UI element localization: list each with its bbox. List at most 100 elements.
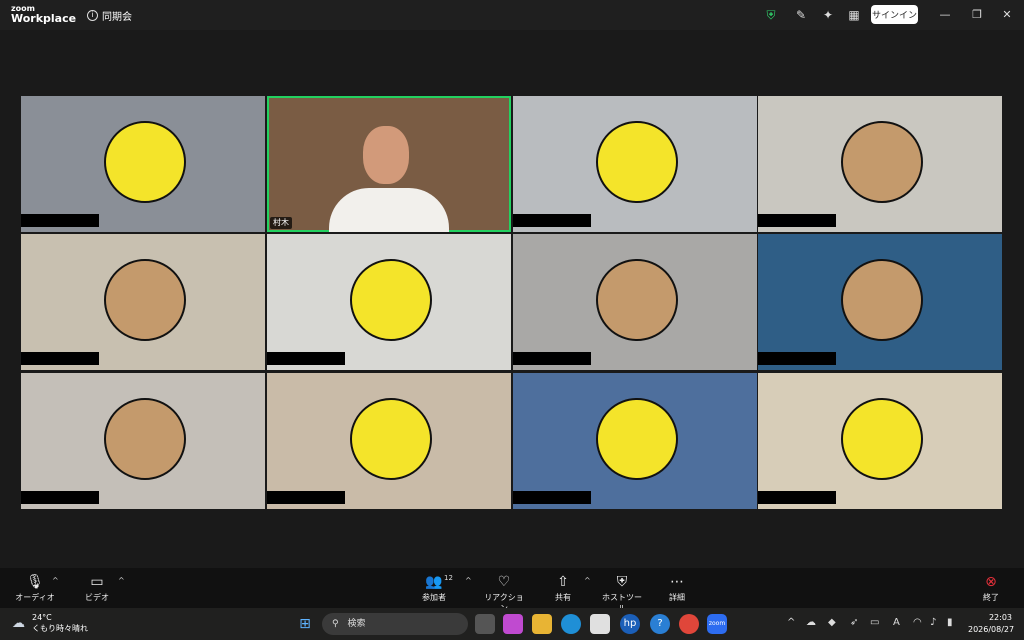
windows-start-icon[interactable]: ⊞ bbox=[295, 614, 315, 634]
participant-1[interactable] bbox=[21, 96, 265, 232]
participant-9[interactable] bbox=[21, 373, 265, 509]
meeting-toolbar: 🎙 オーディオ ^ ▭ ビデオ ^ 👥 参加者 12 ^ ♡ リアクション ⇧ … bbox=[0, 568, 1024, 613]
more-button[interactable]: ⋯ 詳細 bbox=[664, 574, 690, 603]
participant-10[interactable] bbox=[267, 373, 511, 509]
name-redaction bbox=[758, 491, 836, 504]
participant-7[interactable] bbox=[513, 234, 757, 370]
minimize-icon[interactable]: — bbox=[936, 6, 954, 24]
microphone-icon: 🎙 bbox=[26, 574, 44, 590]
participants-label: 参加者 bbox=[422, 593, 446, 602]
location-icon[interactable]: ➶ bbox=[850, 617, 858, 628]
chrome-icon[interactable] bbox=[679, 614, 699, 634]
weather-widget[interactable]: 24°C くもり時々晴れ bbox=[32, 612, 88, 634]
end-label: 終了 bbox=[983, 593, 999, 602]
share-caret-icon[interactable]: ^ bbox=[584, 576, 591, 585]
participant-name-label: 村木 bbox=[270, 217, 292, 229]
onedrive-icon[interactable]: ☁ bbox=[806, 617, 816, 628]
name-redaction bbox=[21, 491, 99, 504]
name-redaction bbox=[21, 214, 99, 227]
name-redaction bbox=[513, 491, 591, 504]
name-redaction bbox=[758, 352, 836, 365]
sparkle-icon[interactable]: ✦ bbox=[821, 8, 835, 22]
end-call-icon: ⊗ bbox=[985, 574, 997, 590]
brand-bottom: Workplace bbox=[11, 12, 77, 25]
clock[interactable]: 22:03 2026/08/27 bbox=[968, 612, 1015, 636]
help-icon[interactable]: ? bbox=[650, 614, 670, 634]
ime-indicator[interactable]: A bbox=[893, 617, 900, 628]
name-redaction bbox=[758, 214, 836, 227]
copilot-icon[interactable] bbox=[503, 614, 523, 634]
zoom-app-icon[interactable]: zoom bbox=[707, 614, 727, 634]
participant-4[interactable] bbox=[758, 96, 1002, 232]
video-button[interactable]: ▭ ビデオ bbox=[80, 574, 114, 603]
tray-overflow-icon[interactable]: ^ bbox=[787, 617, 795, 628]
smiley-face-icon bbox=[596, 398, 678, 480]
meeting-info[interactable]: i 同期会 bbox=[87, 8, 132, 23]
wifi-icon[interactable]: ◠ bbox=[913, 617, 922, 628]
date: 2026/08/27 bbox=[968, 625, 1015, 634]
participant-6[interactable] bbox=[267, 234, 511, 370]
video-gallery: 村木 bbox=[0, 30, 1024, 568]
video-caret-icon[interactable]: ^ bbox=[118, 576, 125, 585]
name-redaction bbox=[267, 491, 345, 504]
task-view-icon[interactable] bbox=[475, 614, 495, 634]
time: 22:03 bbox=[988, 613, 1012, 622]
end-button[interactable]: ⊗ 終了 bbox=[978, 574, 1004, 603]
dropbox-icon[interactable]: ◆ bbox=[828, 617, 836, 628]
laughing-face-icon bbox=[596, 259, 678, 341]
participants-count: 12 bbox=[444, 574, 453, 582]
participants-caret-icon[interactable]: ^ bbox=[465, 576, 472, 585]
name-redaction bbox=[267, 352, 345, 365]
participant-11[interactable] bbox=[513, 373, 757, 509]
hp-icon[interactable]: hp bbox=[620, 614, 640, 634]
participant-12[interactable] bbox=[758, 373, 1002, 509]
signin-button[interactable]: サインイン bbox=[871, 5, 918, 24]
smiley-face-icon bbox=[104, 121, 186, 203]
file-explorer-icon[interactable] bbox=[532, 614, 552, 634]
participant-2[interactable]: 村木 bbox=[267, 96, 511, 232]
video-label: ビデオ bbox=[85, 593, 109, 602]
search-icon: ⚲ bbox=[332, 619, 339, 629]
meeting-name: 同期会 bbox=[102, 12, 132, 23]
temperature: 24°C bbox=[32, 613, 52, 622]
battery-icon[interactable]: ▮ bbox=[947, 617, 953, 628]
participant-body bbox=[329, 188, 449, 232]
apps-grid-icon[interactable]: ▦ bbox=[847, 8, 861, 22]
close-icon[interactable]: ✕ bbox=[998, 6, 1016, 24]
title-bar: zoom Workplace i 同期会 ⛨ ✎ ✦ ▦ サインイン — ❐ ✕ bbox=[0, 0, 1024, 30]
smiley-face-icon bbox=[841, 398, 923, 480]
audio-button[interactable]: 🎙 オーディオ bbox=[14, 574, 56, 603]
taskbar-search[interactable]: ⚲ 検索 bbox=[322, 613, 468, 635]
shield-icon[interactable]: ⛨ bbox=[764, 8, 778, 22]
search-placeholder: 検索 bbox=[347, 619, 366, 629]
more-dots-icon: ⋯ bbox=[670, 574, 684, 590]
share-label: 共有 bbox=[555, 593, 571, 602]
share-screen-icon: ⇧ bbox=[557, 574, 569, 590]
smiley-face-icon bbox=[596, 121, 678, 203]
info-icon[interactable]: i bbox=[87, 10, 98, 21]
edit-icon[interactable]: ✎ bbox=[794, 8, 808, 22]
more-label: 詳細 bbox=[669, 593, 685, 602]
name-redaction bbox=[513, 352, 591, 365]
speaker-icon[interactable]: ♪ bbox=[930, 617, 936, 628]
windows-taskbar: ☁ 24°C くもり時々晴れ ⊞ ⚲ 検索 hp ? zoom ^ ☁ ◆ ➶ … bbox=[0, 608, 1024, 640]
laughing-face-icon bbox=[104, 259, 186, 341]
edge-icon[interactable] bbox=[561, 614, 581, 634]
audio-caret-icon[interactable]: ^ bbox=[52, 576, 59, 585]
zoom-logo: zoom Workplace bbox=[11, 4, 76, 24]
laughing-face-icon bbox=[841, 259, 923, 341]
store-icon[interactable] bbox=[590, 614, 610, 634]
host-shield-icon: ⛨ bbox=[616, 574, 628, 590]
camera-icon: ▭ bbox=[90, 574, 104, 590]
laughing-face-icon bbox=[841, 121, 923, 203]
participant-8[interactable] bbox=[758, 234, 1002, 370]
monitor-icon[interactable]: ▭ bbox=[870, 617, 879, 628]
participant-video-feed bbox=[363, 126, 409, 184]
participant-3[interactable] bbox=[513, 96, 757, 232]
name-redaction bbox=[513, 214, 591, 227]
smiley-face-icon bbox=[350, 398, 432, 480]
restore-icon[interactable]: ❐ bbox=[968, 6, 986, 24]
weather-icon: ☁ bbox=[12, 616, 25, 631]
share-button[interactable]: ⇧ 共有 bbox=[548, 574, 578, 603]
participant-5[interactable] bbox=[21, 234, 265, 370]
